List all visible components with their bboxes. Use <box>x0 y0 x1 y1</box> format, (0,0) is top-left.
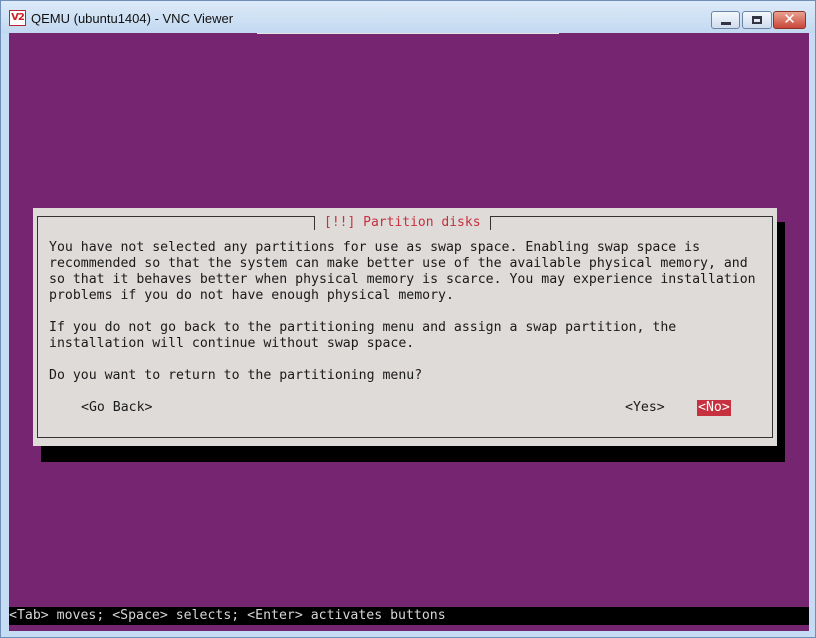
yes-button[interactable]: <Yes> <box>625 400 665 416</box>
close-icon: ✕ <box>783 10 796 28</box>
status-bar: <Tab> moves; <Space> selects; <Enter> ac… <box>9 607 801 625</box>
vnc-viewer-window: V2 QEMU (ubuntu1404) - VNC Viewer ✕ [!!]… <box>0 0 816 638</box>
dialog-title: [!!] Partition disks <box>314 215 491 231</box>
go-back-button[interactable]: <Go Back> <box>81 400 152 416</box>
status-bar-edge <box>801 607 809 625</box>
status-bar-text: <Tab> moves; <Space> selects; <Enter> ac… <box>9 608 446 623</box>
top-edge-line <box>257 33 559 34</box>
vnc-app-icon: V2 <box>9 10 26 26</box>
continue-info-text: If you do not go back to the partitionin… <box>49 320 677 351</box>
partition-dialog: [!!] Partition disks You have not select… <box>33 208 777 446</box>
minimize-button[interactable] <box>711 11 740 29</box>
window-titlebar[interactable]: V2 QEMU (ubuntu1404) - VNC Viewer ✕ <box>1 1 815 33</box>
vnc-screen[interactable]: [!!] Partition disks You have not select… <box>9 33 809 631</box>
maximize-button[interactable] <box>742 11 772 29</box>
close-button[interactable]: ✕ <box>773 10 806 29</box>
no-button[interactable]: <No> <box>697 400 731 416</box>
swap-warning-text: You have not selected any partitions for… <box>49 240 756 303</box>
maximize-icon <box>752 16 762 24</box>
minimize-icon <box>721 22 731 25</box>
question-text: Do you want to return to the partitionin… <box>49 368 423 383</box>
window-title: QEMU (ubuntu1404) - VNC Viewer <box>31 11 234 26</box>
